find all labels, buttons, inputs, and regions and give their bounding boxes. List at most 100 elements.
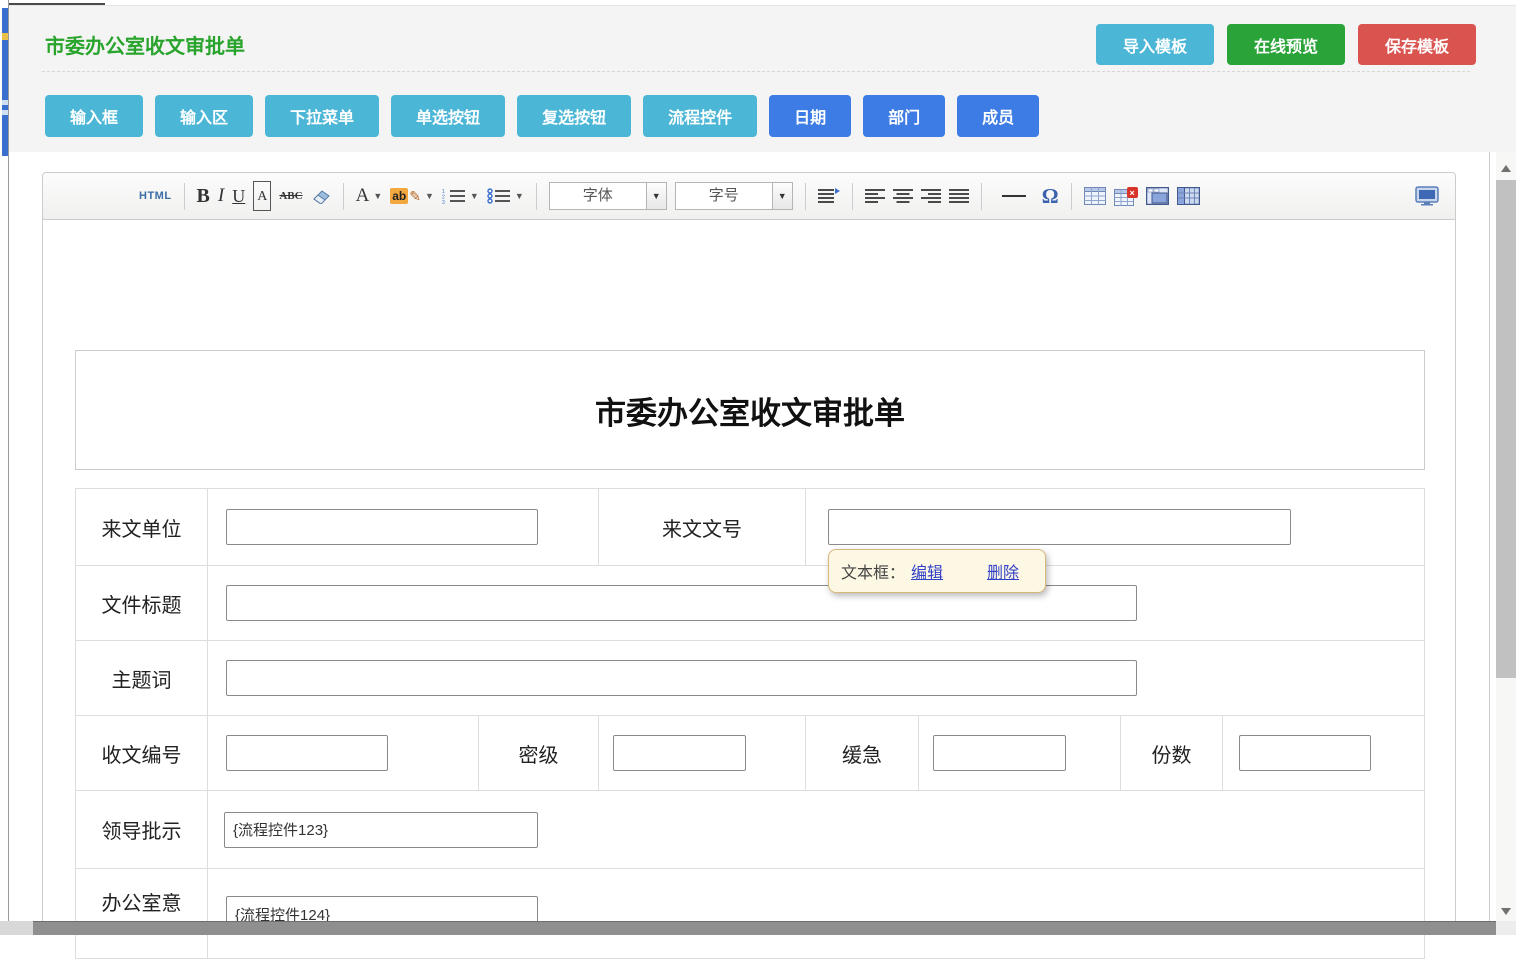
- field-label-urgency: 缓急: [806, 716, 919, 790]
- online-preview-button[interactable]: 在线预览: [1227, 24, 1345, 65]
- background-window-sliver-mark: [2, 33, 8, 40]
- vertical-scrollbar-thumb[interactable]: [1496, 180, 1516, 678]
- palette-date-button[interactable]: 日期: [769, 95, 851, 137]
- font-family-select[interactable]: 字体 ▼: [549, 182, 667, 210]
- toolbar-separator: [343, 183, 344, 210]
- align-left-button[interactable]: [865, 181, 885, 211]
- field-label-document-title: 文件标题: [76, 566, 208, 640]
- bold-button[interactable]: B: [197, 181, 210, 211]
- table-row: 办公室意: [76, 869, 1424, 959]
- italic-button[interactable]: I: [218, 181, 224, 211]
- chevron-down-icon: ▼: [373, 191, 382, 201]
- chevron-down-icon: ▼: [772, 183, 792, 209]
- pencil-icon: ✎: [409, 188, 421, 205]
- table-row: 领导批示: [76, 791, 1424, 869]
- document-number-input[interactable]: [828, 509, 1291, 545]
- toolbar-separator: [805, 183, 806, 210]
- import-template-button[interactable]: 导入模板: [1096, 24, 1214, 65]
- table-cell: [599, 716, 806, 790]
- palette-department-button[interactable]: 部门: [863, 95, 945, 137]
- editor-toolbar: HTML B I U A ABC A▼ ab✎▼ 123 ▼ ▼ 字体 ▼: [43, 173, 1455, 220]
- chevron-down-icon: ▼: [470, 191, 479, 201]
- table-cell: [208, 791, 1424, 868]
- leader-comments-input[interactable]: [224, 812, 538, 848]
- template-actions: 导入模板 在线预览 保存模板: [1096, 24, 1476, 65]
- eraser-icon[interactable]: [311, 181, 331, 211]
- table-cell-properties-button[interactable]: [1146, 181, 1169, 211]
- unordered-list-button[interactable]: ▼: [487, 181, 524, 211]
- field-label-security-level: 密级: [479, 716, 599, 790]
- table-row: 收文编号 密级 缓急 份数: [76, 716, 1424, 791]
- security-level-input[interactable]: [613, 735, 746, 771]
- form-title: 市委办公室收文审批单: [595, 388, 905, 433]
- table-properties-button[interactable]: [1177, 181, 1200, 211]
- fullscreen-button[interactable]: [1415, 181, 1439, 211]
- edit-field-link[interactable]: 编辑: [911, 559, 943, 583]
- delete-field-link[interactable]: 删除: [987, 559, 1019, 583]
- highlight-color-button[interactable]: ab✎▼: [390, 181, 434, 211]
- palette-member-button[interactable]: 成员: [957, 95, 1039, 137]
- horizontal-scrollbar-track[interactable]: [0, 921, 33, 935]
- table-cell: [208, 566, 1424, 640]
- table-row: 来文单位 来文文号: [76, 489, 1424, 566]
- urgency-input[interactable]: [933, 735, 1066, 771]
- receipt-number-input[interactable]: [226, 735, 388, 771]
- delete-table-button[interactable]: ×: [1114, 181, 1138, 211]
- background-window-sliver-mark: [2, 100, 8, 105]
- header-divider: [42, 71, 1470, 72]
- ordered-list-button[interactable]: 123 ▼: [442, 181, 479, 211]
- field-label-incoming-unit: 来文单位: [76, 489, 208, 565]
- toolbar-separator: [1071, 183, 1072, 210]
- palette-flow-control-button[interactable]: 流程控件: [643, 95, 757, 137]
- save-template-button[interactable]: 保存模板: [1358, 24, 1476, 65]
- background-window-sliver: [2, 8, 8, 156]
- table-cell: [208, 869, 1424, 958]
- field-label-receipt-number: 收文编号: [76, 716, 208, 790]
- toolbar-separator: [536, 183, 537, 210]
- align-center-button[interactable]: [893, 181, 913, 211]
- subject-words-input[interactable]: [226, 660, 1137, 696]
- field-edit-tooltip: 文本框： 编辑 删除: [828, 549, 1046, 593]
- form-title-box[interactable]: 市委办公室收文审批单: [75, 350, 1425, 470]
- special-character-button[interactable]: Ω: [1042, 181, 1059, 211]
- tooltip-label: 文本框：: [841, 559, 905, 583]
- toolbar-separator: [184, 183, 185, 210]
- field-label-subject-words: 主题词: [76, 641, 208, 715]
- horizontal-rule-icon: [1002, 195, 1026, 197]
- table-cell: [1223, 716, 1424, 790]
- palette-radio-button[interactable]: 单选按钮: [391, 95, 505, 137]
- horizontal-rule-button[interactable]: [994, 181, 1034, 211]
- horizontal-scrollbar-thumb[interactable]: [0, 921, 1496, 935]
- form-table: 来文单位 来文文号 文件标题 主题词 收文编号 密级 缓急 份数: [75, 488, 1425, 959]
- palette-dropdown-button[interactable]: 下拉菜单: [265, 95, 379, 137]
- indent-button[interactable]: [818, 181, 840, 211]
- chevron-down-icon: ▼: [515, 191, 524, 201]
- font-style-button[interactable]: A: [253, 181, 271, 211]
- palette-input-box-button[interactable]: 输入框: [45, 95, 143, 137]
- background-window-sliver-mark: [2, 110, 8, 115]
- align-justify-button[interactable]: [949, 181, 969, 211]
- table-row: 文件标题: [76, 566, 1424, 641]
- strikethrough-button[interactable]: ABC: [279, 181, 302, 211]
- html-source-button[interactable]: HTML: [139, 181, 172, 211]
- incoming-unit-input[interactable]: [226, 509, 538, 545]
- field-label-document-number: 来文文号: [599, 489, 806, 565]
- table-cell: [208, 716, 479, 790]
- palette-textarea-button[interactable]: 输入区: [155, 95, 253, 137]
- chevron-down-icon: ▼: [646, 183, 666, 209]
- page-title: 市委办公室收文审批单: [45, 30, 245, 59]
- field-label-copies: 份数: [1121, 716, 1223, 790]
- svg-text:×: ×: [1129, 188, 1134, 198]
- palette-checkbox-button[interactable]: 复选按钮: [517, 95, 631, 137]
- underline-button[interactable]: U: [232, 181, 245, 211]
- scrollbar-down-arrow[interactable]: [1501, 908, 1511, 915]
- align-right-button[interactable]: [921, 181, 941, 211]
- font-size-select[interactable]: 字号 ▼: [675, 182, 793, 210]
- copies-input[interactable]: [1239, 735, 1371, 771]
- insert-table-button[interactable]: [1084, 181, 1106, 211]
- table-cell: [208, 489, 599, 565]
- field-label-leader-comments: 领导批示: [76, 791, 208, 868]
- scrollbar-up-arrow[interactable]: [1501, 165, 1511, 172]
- control-palette: 输入框 输入区 下拉菜单 单选按钮 复选按钮 流程控件 日期 部门 成员: [45, 95, 1039, 137]
- font-color-button[interactable]: A▼: [356, 181, 383, 211]
